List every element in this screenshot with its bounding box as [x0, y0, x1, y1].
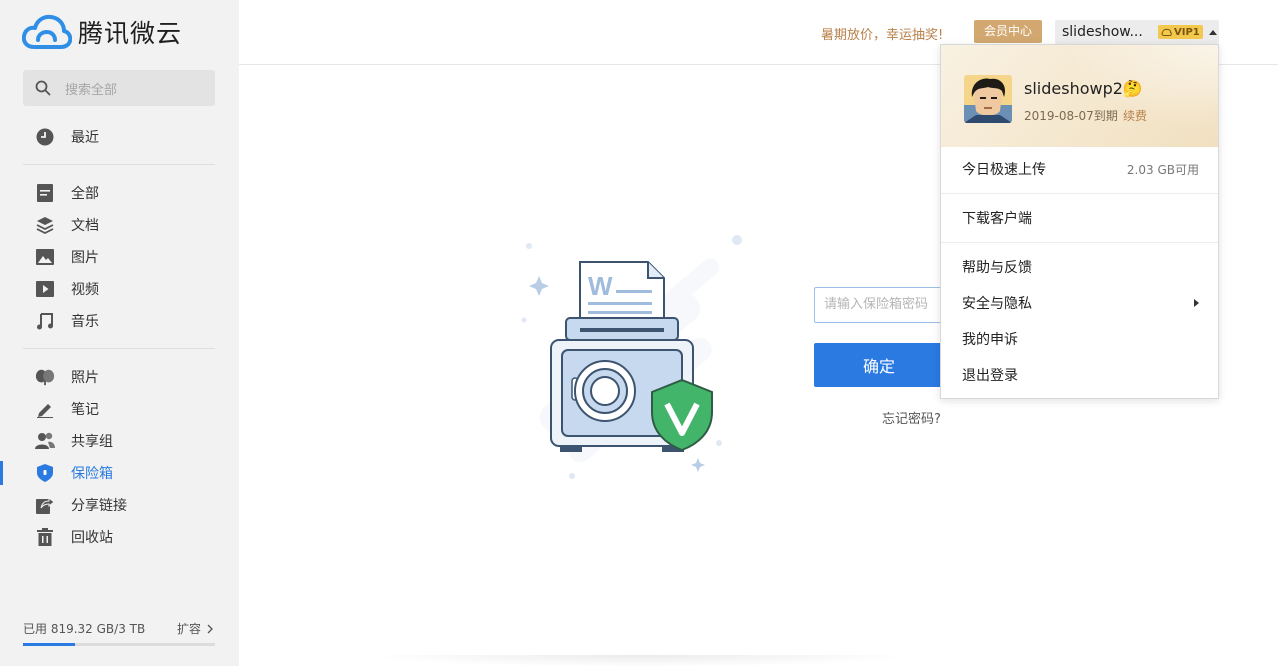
upload-quota-value: 2.03 GB可用: [1126, 162, 1199, 177]
menu-item-label: 帮助与反馈: [962, 260, 1032, 276]
storage-used-text: 已用 819.32 GB/3 TB: [23, 622, 146, 636]
expand-storage-link[interactable]: 扩容: [177, 620, 215, 637]
file-icon: [35, 183, 55, 203]
sidebar-item-all[interactable]: 全部: [0, 177, 239, 209]
expand-storage-label: 扩容: [176, 622, 201, 636]
sidebar-item-label: 照片: [71, 370, 99, 386]
sidebar: 腾讯微云 搜索全部 最近 全部 文档 图片 视频 音乐 照片 笔记 共享组 保险…: [0, 0, 239, 666]
sidebar-item-notes[interactable]: 笔记: [0, 393, 239, 425]
sidebar-item-share-links[interactable]: 分享链接: [0, 489, 239, 521]
sidebar-item-photos[interactable]: 照片: [0, 361, 239, 393]
music-icon: [35, 311, 55, 331]
menu-item-label: 退出登录: [962, 368, 1018, 384]
group-icon: [35, 431, 55, 451]
avatar[interactable]: [964, 75, 1012, 123]
sidebar-item-shared-group[interactable]: 共享组: [0, 425, 239, 457]
promo-link[interactable]: 暑期放价，幸运抽奖!: [821, 24, 943, 43]
sidebar-item-label: 回收站: [71, 530, 113, 546]
bottom-shadow: [360, 655, 920, 666]
search-icon: [35, 80, 51, 96]
forgot-password-link[interactable]: 忘记密码?: [882, 408, 941, 427]
renew-link[interactable]: 续费: [1123, 107, 1147, 124]
dropdown-username: slideshowp2🤔: [1024, 79, 1143, 98]
image-icon: [35, 247, 55, 267]
vip-badge: VIP1: [1158, 25, 1203, 39]
confirm-button[interactable]: 确定: [814, 343, 944, 387]
sidebar-divider: [23, 348, 215, 349]
search-input[interactable]: 搜索全部: [23, 70, 215, 106]
storage-progress-fill: [23, 643, 75, 646]
shield-icon: [35, 463, 55, 483]
sidebar-item-label: 最近: [71, 130, 99, 146]
photo-icon: [35, 367, 55, 387]
app-root: 腾讯微云 搜索全部 最近 全部 文档 图片 视频 音乐 照片 笔记 共享组 保险…: [0, 0, 1278, 666]
menu-item-security-privacy[interactable]: 安全与隐私: [941, 285, 1218, 321]
menu-item-download-client[interactable]: 下载客户端: [941, 200, 1218, 236]
menu-item-help-feedback[interactable]: 帮助与反馈: [941, 249, 1218, 285]
sidebar-item-label: 视频: [71, 282, 99, 298]
vault-illustration: W: [521, 235, 742, 479]
sidebar-item-label: 共享组: [71, 434, 113, 450]
menu-item-label: 下载客户端: [962, 211, 1032, 227]
caret-up-icon: [1208, 29, 1217, 35]
layers-icon: [35, 215, 55, 235]
sidebar-item-docs[interactable]: 文档: [0, 209, 239, 241]
menu-divider: [941, 242, 1218, 243]
sidebar-item-recent[interactable]: 最近: [0, 121, 239, 153]
chevron-right-icon: [207, 624, 213, 633]
sidebar-item-label: 图片: [71, 250, 99, 266]
member-center-button[interactable]: 会员中心: [974, 20, 1042, 43]
menu-item-label: 今日极速上传: [962, 162, 1046, 178]
vip-label: VIP1: [1174, 26, 1200, 38]
thinking-emoji-icon: 🤔: [1122, 79, 1143, 98]
search-placeholder: 搜索全部: [65, 82, 118, 98]
pen-icon: [35, 399, 55, 419]
sidebar-divider: [23, 164, 215, 165]
menu-item-label: 我的申诉: [962, 332, 1018, 348]
cloud-vip-icon: [1161, 28, 1172, 36]
sidebar-item-label: 音乐: [71, 314, 99, 330]
dropdown-profile-header: slideshowp2🤔 2019-08-07到期 续费: [941, 45, 1218, 147]
sidebar-item-images[interactable]: 图片: [0, 241, 239, 273]
svg-text:W: W: [588, 271, 613, 301]
cloud-logo-icon: [22, 14, 72, 49]
sidebar-item-label: 笔记: [71, 402, 99, 418]
trash-icon: [35, 527, 55, 547]
username-short: slideshow...: [1062, 24, 1143, 40]
logo[interactable]: 腾讯微云: [22, 14, 182, 50]
menu-item-my-appeal[interactable]: 我的申诉: [941, 321, 1218, 357]
video-icon: [35, 279, 55, 299]
submenu-arrow-icon: [1194, 299, 1199, 307]
menu-item-label: 安全与隐私: [962, 296, 1032, 312]
vip-expiry-date: 2019-08-07到期: [1024, 109, 1118, 123]
sidebar-item-vault[interactable]: 保险箱: [0, 457, 239, 489]
sidebar-item-music[interactable]: 音乐: [0, 305, 239, 337]
sidebar-item-label: 分享链接: [71, 498, 127, 514]
sidebar-item-label: 文档: [71, 218, 99, 234]
menu-divider: [941, 193, 1218, 194]
storage-info: 已用 819.32 GB/3 TB 扩容: [23, 620, 215, 637]
sidebar-item-video[interactable]: 视频: [0, 273, 239, 305]
user-dropdown-menu: slideshowp2🤔 2019-08-07到期 续费 今日极速上传 2.03…: [940, 44, 1219, 399]
menu-item-fast-upload[interactable]: 今日极速上传 2.03 GB可用: [941, 151, 1218, 187]
storage-progress-bar: [23, 643, 215, 646]
username-text: slideshowp2: [1024, 79, 1123, 98]
clock-icon: [35, 127, 55, 147]
vault-password-input[interactable]: 请输入保险箱密码: [814, 287, 944, 323]
user-menu-button[interactable]: slideshow... VIP1: [1055, 20, 1219, 44]
menu-item-logout[interactable]: 退出登录: [941, 357, 1218, 393]
sidebar-item-label: 保险箱: [71, 466, 113, 482]
share-link-icon: [35, 495, 55, 515]
app-name: 腾讯微云: [78, 19, 183, 48]
sidebar-item-trash[interactable]: 回收站: [0, 521, 239, 553]
sidebar-item-label: 全部: [71, 186, 99, 202]
